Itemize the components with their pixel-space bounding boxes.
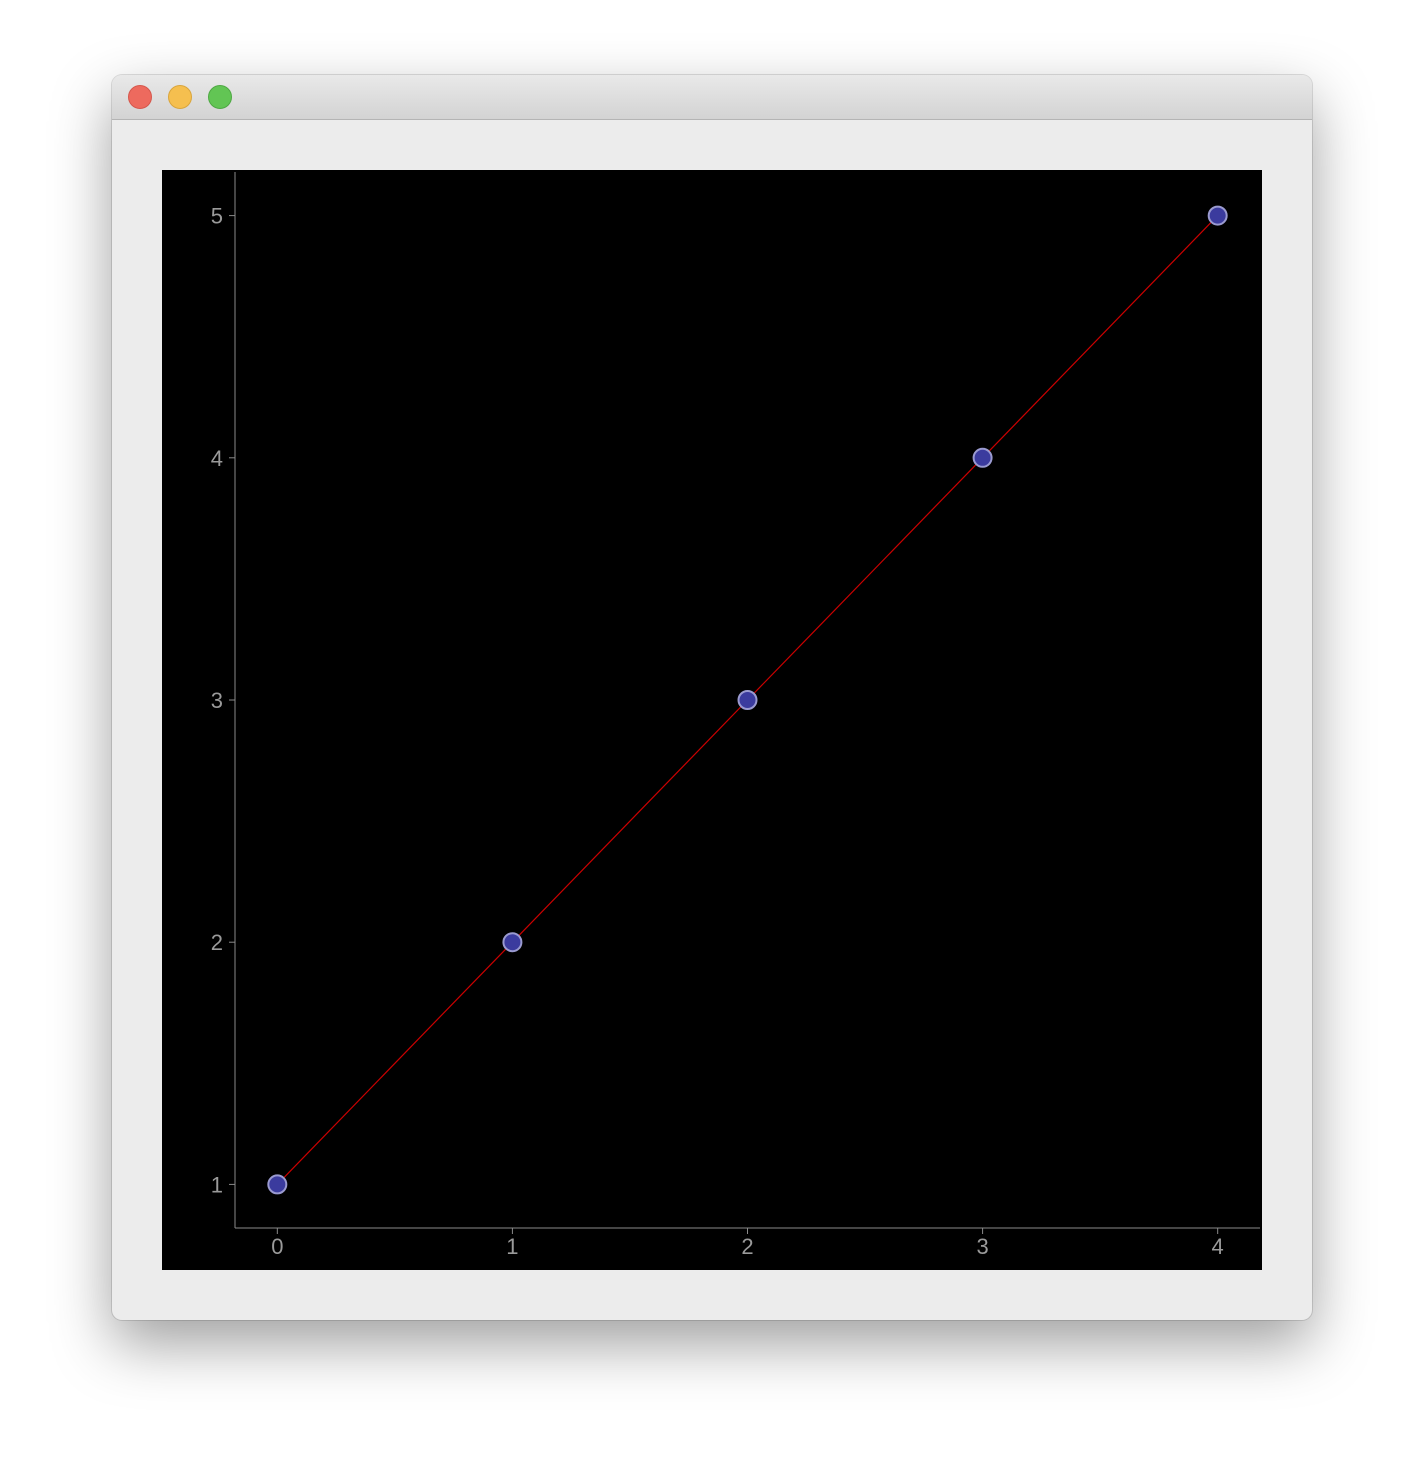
y-tick-label: 4 xyxy=(211,446,223,471)
x-tick-label: 0 xyxy=(271,1234,283,1259)
data-point xyxy=(737,690,758,710)
y-tick-label: 2 xyxy=(211,930,223,955)
title-bar[interactable] xyxy=(112,75,1312,120)
x-tick-label: 2 xyxy=(741,1234,753,1259)
x-tick-label: 3 xyxy=(976,1234,988,1259)
data-point xyxy=(502,932,523,953)
x-tick-label: 4 xyxy=(1212,1234,1224,1259)
y-tick-label: 3 xyxy=(211,688,223,713)
minimize-icon[interactable] xyxy=(168,85,192,109)
y-tick-label: 1 xyxy=(211,1172,223,1197)
y-tick-label: 5 xyxy=(211,204,223,229)
plot-area: 0 1 2 3 4 1 2 3 4 5 xyxy=(162,170,1262,1270)
app-window: 0 1 2 3 4 1 2 3 4 5 xyxy=(112,75,1312,1320)
data-point xyxy=(1207,205,1228,226)
data-point xyxy=(267,1174,288,1195)
x-tick-label: 1 xyxy=(506,1234,518,1259)
data-point xyxy=(972,447,993,468)
zoom-icon[interactable] xyxy=(208,85,232,109)
line-chart: 0 1 2 3 4 1 2 3 4 5 xyxy=(211,172,1260,1259)
close-icon[interactable] xyxy=(128,85,152,109)
